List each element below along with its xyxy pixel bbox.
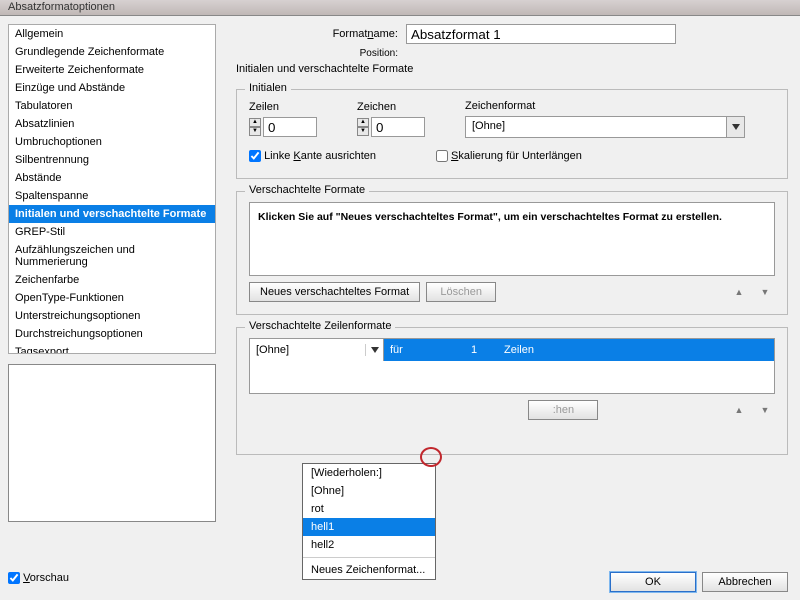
skalierung-label: Skalierung für Unterlängen — [451, 150, 582, 162]
sidebar-item[interactable]: Erweiterte Zeichenformate — [9, 61, 215, 79]
dropdown-item[interactable]: [Wiederholen:] — [303, 464, 435, 482]
zeichenformat-combo[interactable]: [Ohne] — [465, 116, 745, 138]
preview-checkbox[interactable] — [8, 572, 20, 584]
zeilen-spin-down[interactable]: ▼ — [249, 127, 261, 136]
formatname-label: Formatname: — [236, 28, 406, 40]
chevron-down-icon — [365, 344, 383, 356]
line-move-down-icon[interactable]: ▼ — [755, 402, 775, 418]
line-style-unit: Zeilen — [504, 344, 584, 356]
sidebar-item[interactable]: GREP-Stil — [9, 223, 215, 241]
zeichen-label: Zeichen — [357, 101, 425, 113]
sidebar-item[interactable]: Grundlegende Zeichenformate — [9, 43, 215, 61]
sidebar-item[interactable]: Unterstreichungsoptionen — [9, 307, 215, 325]
nested-hint-box: Klicken Sie auf "Neues verschachteltes F… — [249, 202, 775, 276]
dropdown-item[interactable]: hell2 — [303, 536, 435, 554]
section-title: Initialen und verschachtelte Formate — [236, 63, 788, 75]
move-down-icon[interactable]: ▼ — [755, 284, 775, 300]
sidebar-item[interactable]: Absatzlinien — [9, 115, 215, 133]
nested-legend: Verschachtelte Formate — [245, 184, 369, 196]
sidebar-item[interactable]: Spaltenspanne — [9, 187, 215, 205]
sidebar-item[interactable]: Allgemein — [9, 25, 215, 43]
category-list: AllgemeinGrundlegende ZeichenformateErwe… — [8, 24, 216, 354]
line-style-count: 1 — [444, 344, 504, 356]
nested-formats-group: Verschachtelte Formate Klicken Sie auf "… — [236, 191, 788, 315]
sidebar-item[interactable]: Silbentrennung — [9, 151, 215, 169]
zeichenformat-label: Zeichenformat — [465, 100, 775, 112]
sidebar-item[interactable]: OpenType-Funktionen — [9, 289, 215, 307]
sidebar-item[interactable]: Initialen und verschachtelte Formate — [9, 205, 215, 223]
cancel-button[interactable]: Abbrechen — [702, 572, 788, 592]
character-style-dropdown[interactable]: [Wiederholen:][Ohne]rothell1hell2 Neues Z… — [302, 463, 436, 580]
initialen-legend: Initialen — [245, 82, 291, 94]
dropdown-item[interactable]: rot — [303, 500, 435, 518]
line-style-through: für — [384, 344, 444, 356]
sidebar-item[interactable]: Zeichenfarbe — [9, 271, 215, 289]
move-up-icon[interactable]: ▲ — [729, 284, 749, 300]
line-styles-legend: Verschachtelte Zeilenformate — [245, 320, 395, 332]
delete-nested-format-button[interactable]: Löschen — [426, 282, 496, 302]
zeilen-spin-up[interactable]: ▲ — [249, 118, 261, 127]
line-move-up-icon[interactable]: ▲ — [729, 402, 749, 418]
dropdown-new-format[interactable]: Neues Zeichenformat... — [303, 561, 435, 579]
zeilen-input[interactable] — [263, 117, 317, 137]
zeichen-spin-down[interactable]: ▼ — [357, 127, 369, 136]
preview-label: Vorschau — [23, 572, 69, 584]
new-nested-format-button[interactable]: Neues verschachteltes Format — [249, 282, 420, 302]
sidebar-item[interactable]: Tagsexport — [9, 343, 215, 354]
ok-button[interactable]: OK — [610, 572, 696, 592]
sidebar-item[interactable]: Tabulatoren — [9, 97, 215, 115]
delete-line-style-button[interactable]: :hen — [528, 400, 598, 420]
zeichen-spin-up[interactable]: ▲ — [357, 118, 369, 127]
sidebar-item[interactable]: Abstände — [9, 169, 215, 187]
zeilen-label: Zeilen — [249, 101, 317, 113]
sidebar-item[interactable]: Aufzählungszeichen und Nummerierung — [9, 241, 215, 271]
zeichen-input[interactable] — [371, 117, 425, 137]
sidebar-item[interactable]: Umbruchoptionen — [9, 133, 215, 151]
formatname-input[interactable] — [406, 24, 676, 44]
linke-kante-label: Linke Kante ausrichten — [264, 150, 376, 162]
chevron-down-icon — [726, 117, 744, 137]
dropdown-item[interactable]: [Ohne] — [303, 482, 435, 500]
line-styles-group: Verschachtelte Zeilenformate [Ohne] für … — [236, 327, 788, 455]
dropdown-item[interactable]: hell1 — [303, 518, 435, 536]
initialen-group: Initialen Zeilen ▲ ▼ Zeichen — [236, 89, 788, 179]
skalierung-checkbox[interactable] — [436, 150, 448, 162]
position-label: Position: — [236, 48, 406, 59]
window-titlebar: Absatzformatoptionen — [0, 0, 800, 16]
linke-kante-checkbox[interactable] — [249, 150, 261, 162]
line-style-row[interactable]: [Ohne] für 1 Zeilen — [250, 339, 774, 361]
line-style-format-combo[interactable]: [Ohne] — [250, 339, 384, 361]
sidebar-item[interactable]: Durchstreichungsoptionen — [9, 325, 215, 343]
sidebar-item[interactable]: Einzüge und Abstände — [9, 79, 215, 97]
preview-panel — [8, 364, 216, 522]
